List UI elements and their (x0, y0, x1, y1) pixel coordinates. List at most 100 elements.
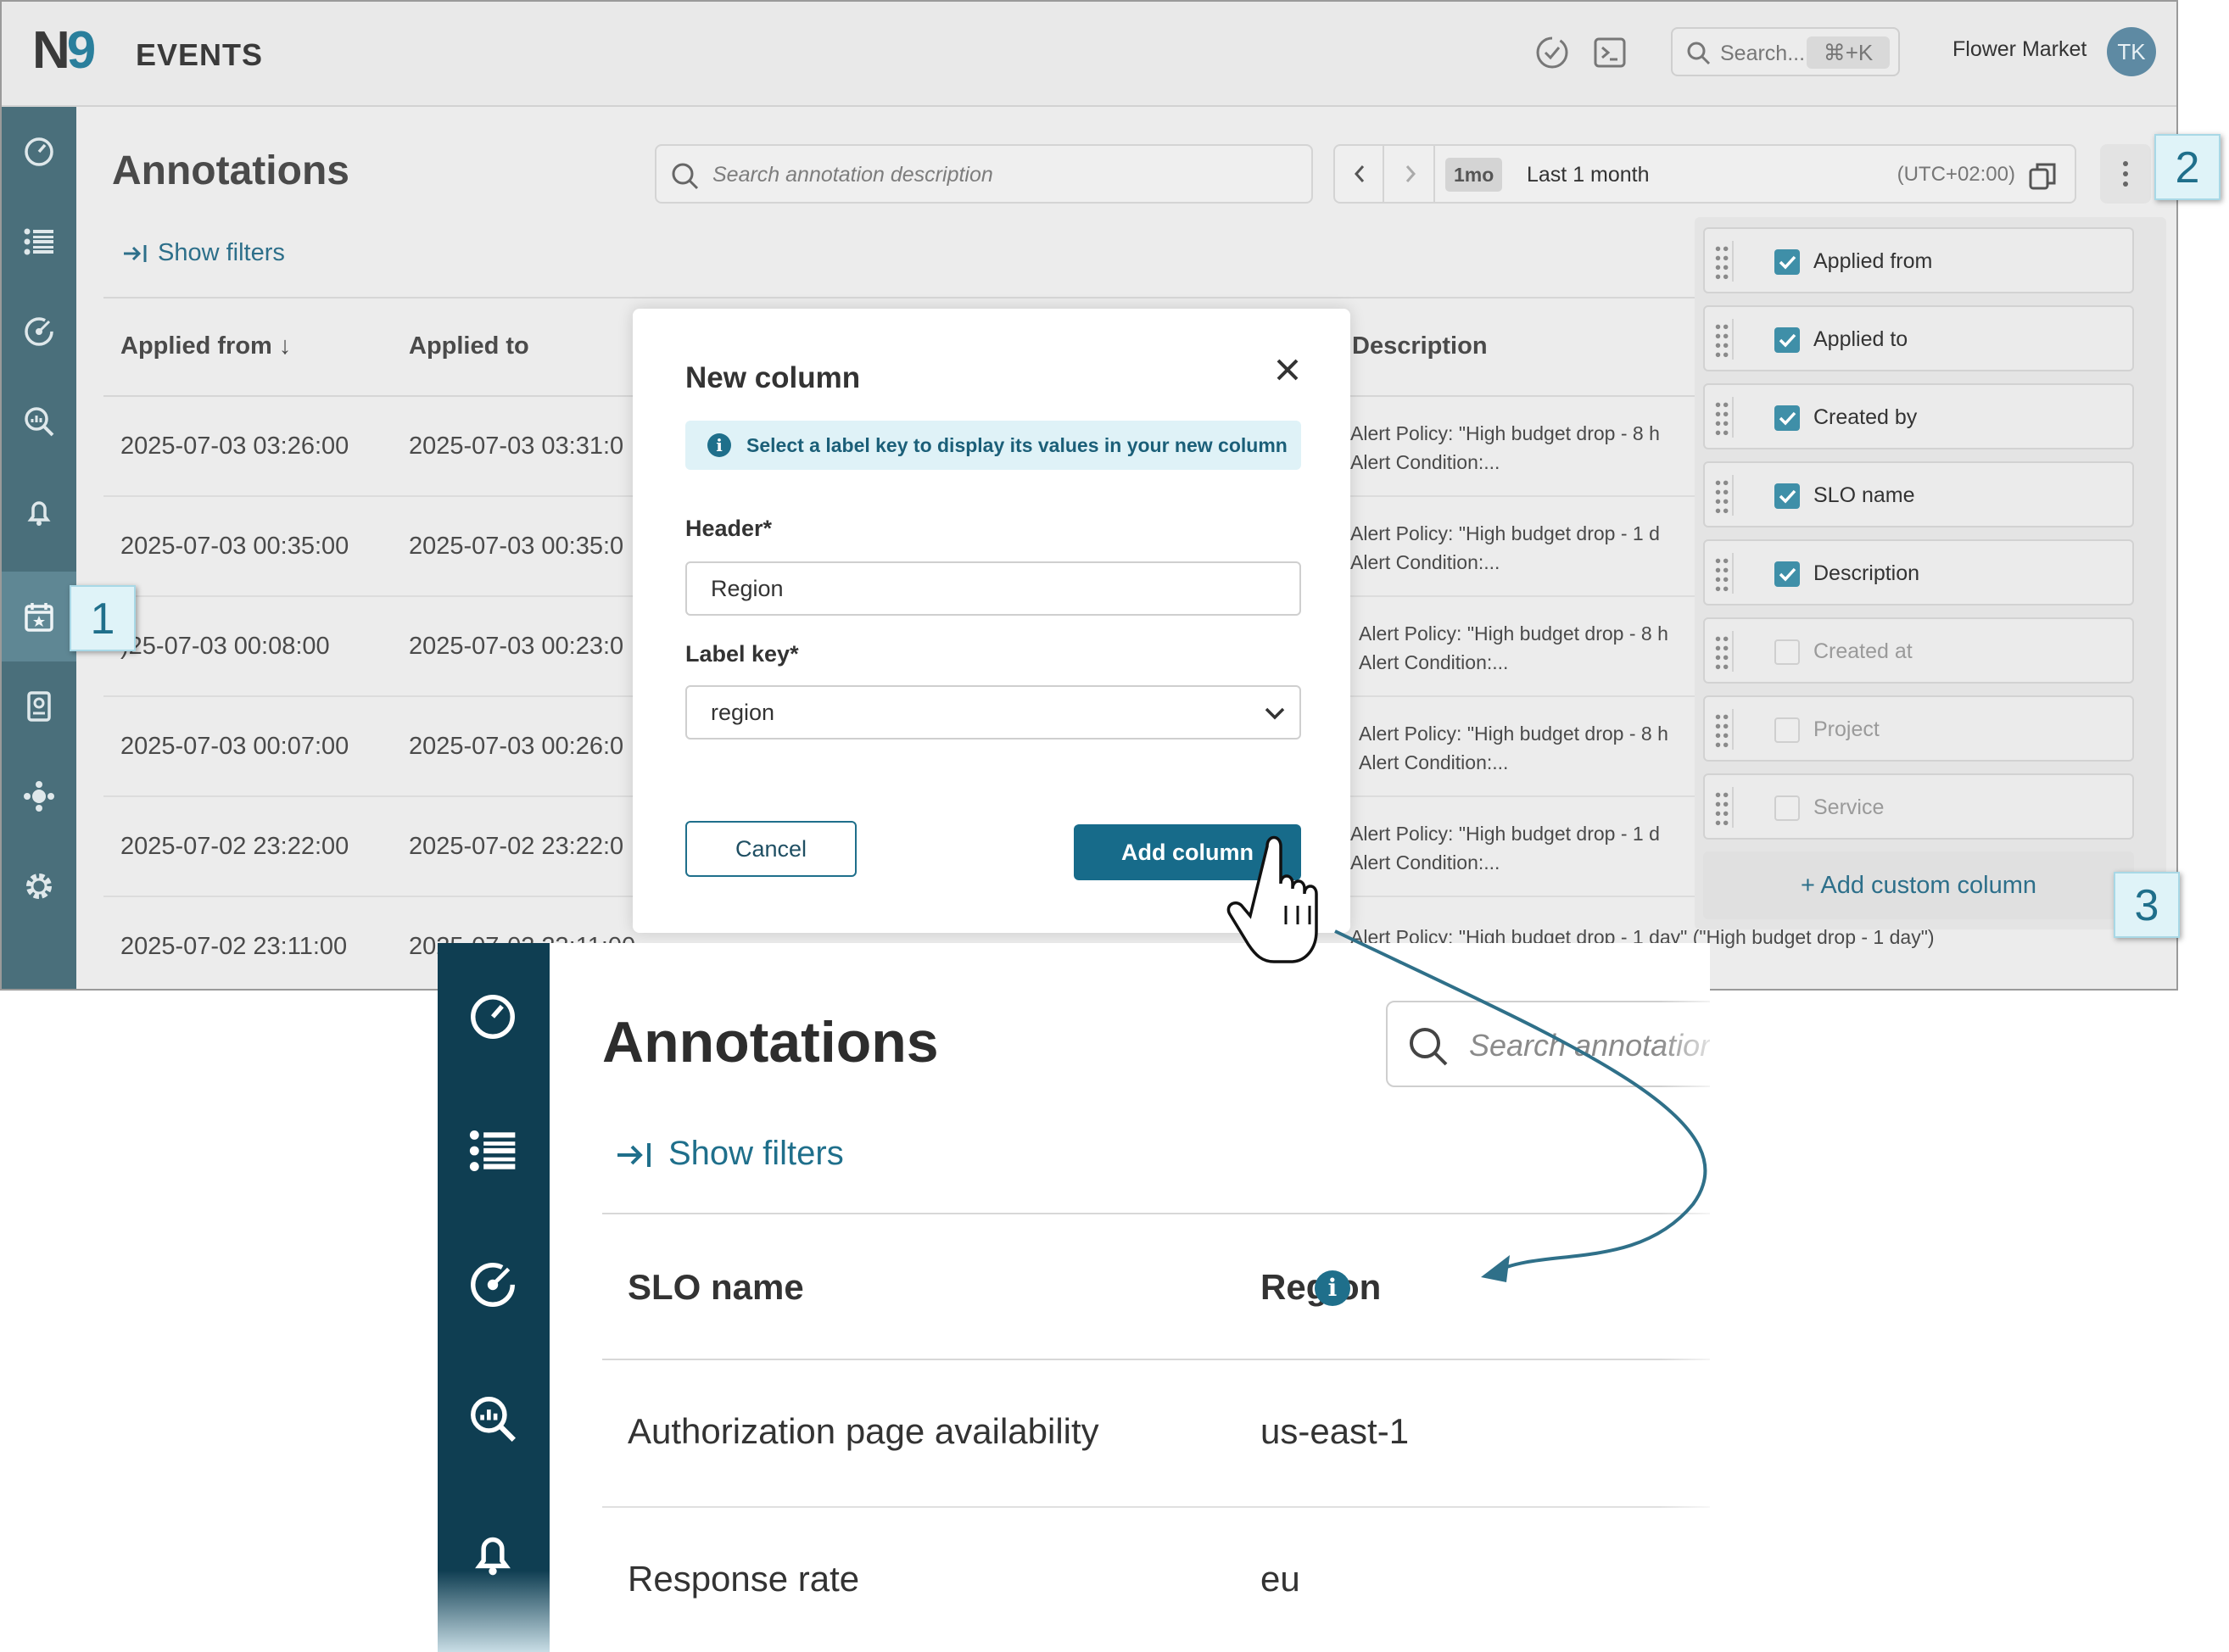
report-icon (27, 691, 51, 722)
description-line-2: Alert Condition:... (1359, 651, 1509, 673)
column-option-applied-to[interactable]: Applied to (1703, 305, 2134, 371)
column-option-label: Description (1813, 561, 1920, 585)
table-row[interactable]: Authorization page availability us-east-… (602, 1360, 1710, 1508)
checkbox-checked[interactable] (1774, 405, 1800, 431)
nav-service-list[interactable] (2, 197, 76, 287)
column-option-service[interactable]: Service (1703, 773, 2134, 840)
zoomed-result-inset: Annotations Search annotatior Show filte… (438, 943, 1710, 1652)
cancel-button[interactable]: Cancel (685, 821, 857, 877)
table-row[interactable]: Response rate eu (602, 1508, 1710, 1652)
close-icon[interactable] (1271, 353, 1304, 387)
zoomed-show-filters-link[interactable]: Show filters (616, 1135, 844, 1173)
workspace-name[interactable]: Flower Market (1952, 37, 2087, 62)
next-range-button[interactable] (1386, 146, 1435, 202)
chevron-left-icon (1354, 165, 1365, 182)
drag-handle-icon[interactable] (1713, 553, 1734, 594)
checkbox-checked[interactable] (1774, 561, 1800, 587)
add-column-button[interactable]: Add column (1074, 824, 1301, 880)
column-option-applied-from[interactable]: Applied from (1703, 227, 2134, 293)
column-option-slo-name[interactable]: SLO name (1703, 461, 2134, 527)
column-header-description[interactable]: Description (1352, 332, 1488, 360)
column-header-slo-name[interactable]: SLO name (628, 1267, 804, 1308)
cell-applied-to: 2025-07-03 03:31:0 (409, 433, 624, 460)
previous-range-button[interactable] (1335, 146, 1384, 202)
speedometer-icon (25, 137, 53, 166)
label-key-selected-value: region (711, 700, 775, 725)
label-key-field-label: Label key* (685, 641, 799, 667)
column-header-applied-from[interactable]: Applied from ↓ (120, 332, 291, 360)
arrow-right-bar-icon (617, 1143, 651, 1167)
nav-reports[interactable] (2, 661, 76, 751)
nav-settings[interactable] (2, 841, 76, 931)
nav-dashboard[interactable] (2, 107, 76, 197)
nav-query-checker[interactable] (2, 377, 76, 466)
user-avatar[interactable]: TK (2107, 27, 2156, 76)
cell-applied-from: 2025-07-02 23:22:00 (120, 833, 349, 860)
check-circle-icon[interactable] (1533, 34, 1571, 71)
cell-region: eu (1260, 1559, 1300, 1599)
checkbox-checked[interactable] (1774, 327, 1800, 353)
add-custom-column-button[interactable]: + Add custom column (1703, 851, 2134, 919)
target-refresh-icon[interactable] (466, 1259, 519, 1311)
column-header-applied-to[interactable]: Applied to (409, 332, 529, 360)
drag-handle-icon[interactable] (1713, 475, 1734, 516)
global-search[interactable]: Search... ⌘+K (1671, 27, 1900, 76)
checkbox-unchecked[interactable] (1774, 717, 1800, 743)
time-range-picker[interactable]: 1mo Last 1 month (UTC+02:00) (1333, 144, 2076, 204)
cell-applied-from: 2025-07-03 00:35:00 (120, 533, 349, 560)
dialog-info-banner: i Select a label key to display its valu… (685, 421, 1301, 470)
drag-handle-icon[interactable] (1713, 241, 1734, 282)
step-callout-1: 1 (70, 585, 136, 651)
nav-integrations[interactable] (2, 751, 76, 841)
cell-description: Alert Policy: "High budget drop - 1 d Ale… (1350, 819, 1660, 877)
cell-applied-from: 2025-07-03 03:26:00 (120, 433, 349, 460)
dialog-title: New column (685, 361, 861, 394)
info-icon[interactable]: i (1315, 1270, 1350, 1306)
description-line-2: Alert Condition:... (1350, 551, 1500, 573)
nav-alerts[interactable] (2, 466, 76, 556)
nav-annotations[interactable] (2, 572, 76, 661)
cell-description: Alert Policy: "High budget drop - 8 h Ale… (1350, 419, 1660, 477)
info-icon: i (707, 433, 731, 457)
nav-fade-overlay (438, 1571, 550, 1652)
n9-logo[interactable]: N9 (32, 20, 96, 81)
checkbox-unchecked[interactable] (1774, 639, 1800, 665)
puzzle-icon (24, 781, 54, 812)
cell-applied-to: 2025-07-03 00:26:0 (409, 733, 624, 760)
column-option-project[interactable]: Project (1703, 695, 2134, 762)
drag-handle-icon[interactable] (1713, 709, 1734, 750)
drag-handle-icon[interactable] (1713, 631, 1734, 672)
description-line-1: Alert Policy: "High budget drop - 8 h (1350, 422, 1660, 444)
column-settings-panel: Applied from Applied to Created by SLO n… (1695, 217, 2166, 929)
drag-handle-icon[interactable] (1713, 787, 1734, 828)
analytics-search-icon[interactable] (466, 1392, 519, 1445)
checkbox-checked[interactable] (1774, 249, 1800, 275)
checkbox-checked[interactable] (1774, 483, 1800, 509)
column-option-created-by[interactable]: Created by (1703, 383, 2134, 449)
column-option-created-at[interactable]: Created at (1703, 617, 2134, 684)
annotation-search-input[interactable]: Search annotation description (655, 144, 1313, 204)
description-line-2: Alert Condition:... (1359, 751, 1509, 773)
terminal-icon[interactable] (1591, 34, 1628, 71)
description-line-1: Alert Policy: "High budget drop - 8 h (1359, 622, 1668, 645)
checkbox-unchecked[interactable] (1774, 795, 1800, 821)
column-option-label: SLO name (1813, 483, 1915, 507)
label-key-select[interactable]: region (685, 685, 1301, 739)
list-icon[interactable] (466, 1125, 519, 1177)
description-line-2: Alert Condition:... (1350, 851, 1500, 873)
speedometer-icon[interactable] (466, 991, 519, 1043)
cell-applied-from: 2025-07-02 23:11:00 (120, 933, 348, 960)
table-options-button[interactable] (2100, 144, 2151, 204)
zoomed-side-navigation (438, 943, 550, 1652)
top-bar: N9 EVENTS Search... ⌘+K Flower Market TK (2, 2, 2176, 107)
nav-slo-oversight[interactable] (2, 287, 76, 377)
column-option-description[interactable]: Description (1703, 539, 2134, 606)
dialog-info-text: Select a label key to display its values… (746, 434, 1288, 456)
show-filters-link[interactable]: Show filters (122, 239, 285, 267)
drag-handle-icon[interactable] (1713, 397, 1734, 438)
copy-icon[interactable] (2027, 159, 2059, 192)
header-field[interactable]: Region (685, 561, 1301, 616)
description-line-2: Alert Condition:... (1350, 451, 1500, 473)
drag-handle-icon[interactable] (1713, 319, 1734, 360)
global-search-placeholder: Search... (1720, 42, 1806, 65)
